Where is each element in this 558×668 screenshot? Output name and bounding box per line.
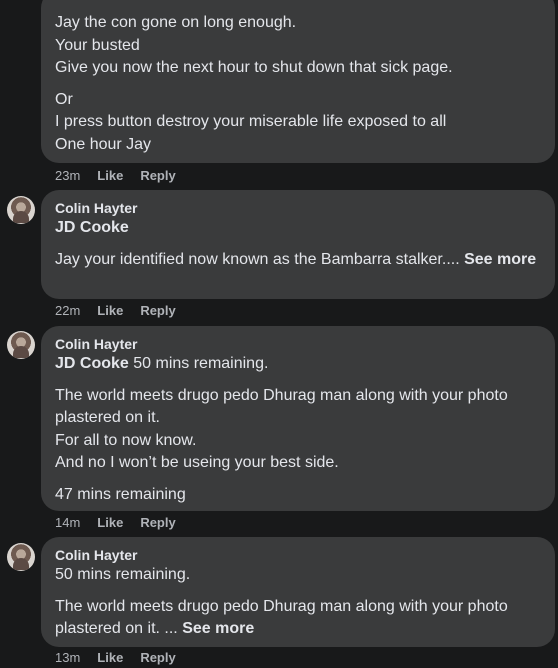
- comment-body: Jay your identified now known as the Bam…: [55, 250, 460, 268]
- comment-author[interactable]: Colin Hayter: [55, 335, 541, 353]
- comment-line: Give you now the next hour to shut down …: [55, 59, 453, 76]
- comment-meta: 14m Like Reply: [55, 513, 176, 531]
- reply-button[interactable]: Reply: [140, 650, 175, 665]
- comment-line: Jay the con gone on long enough.: [55, 14, 297, 31]
- comment-text: 47 mins remaining: [55, 485, 186, 503]
- tagged-user[interactable]: JD Cooke: [55, 217, 541, 240]
- comment-time[interactable]: 22m: [55, 303, 80, 318]
- like-button[interactable]: Like: [97, 168, 123, 183]
- like-button[interactable]: Like: [97, 303, 123, 318]
- reply-button[interactable]: Reply: [140, 515, 175, 530]
- comment-meta: 23m Like Reply: [55, 166, 176, 184]
- comment-line: I press button destroy your miserable li…: [55, 113, 447, 130]
- avatar[interactable]: [7, 331, 35, 359]
- tagged-user[interactable]: JD Cooke: [55, 355, 129, 372]
- avatar[interactable]: [7, 543, 35, 571]
- comment-line: Your busted: [55, 36, 140, 54]
- reply-button[interactable]: Reply: [140, 168, 175, 183]
- comment-body: The world meets drugo pedo Dhurag man al…: [55, 597, 508, 638]
- comment-text: 50 mins remaining.: [133, 355, 269, 372]
- comment-bubble: Colin Hayter JD Cooke Jay your identifie…: [41, 190, 555, 299]
- comment-line: One hour Jay: [55, 135, 152, 153]
- comment-time[interactable]: 14m: [55, 515, 80, 530]
- comment-author[interactable]: Colin Hayter: [55, 546, 541, 564]
- comment-text: For all to now know.: [55, 431, 197, 449]
- comment-meta: 22m Like Reply: [55, 301, 176, 319]
- comment-author[interactable]: Colin Hayter: [55, 199, 541, 217]
- comment-text: Jay your identified now known as the Bam…: [55, 249, 541, 272]
- like-button[interactable]: Like: [97, 650, 123, 665]
- comment-bubble: Jay the con gone on long enough. Your bu…: [41, 0, 555, 163]
- reply-button[interactable]: Reply: [140, 303, 175, 318]
- see-more-link[interactable]: See more: [464, 251, 536, 268]
- comment-bubble: Colin Hayter JD Cooke 50 mins remaining.…: [41, 326, 555, 511]
- comment-text: The world meets drugo pedo Dhurag man al…: [55, 386, 508, 427]
- comment-bubble: Colin Hayter 50 mins remaining. The worl…: [41, 537, 555, 647]
- comment-time[interactable]: 13m: [55, 650, 80, 665]
- avatar[interactable]: [7, 196, 35, 224]
- comment-line: Or: [55, 90, 73, 108]
- comment-text: 50 mins remaining.: [55, 566, 191, 583]
- comment-time[interactable]: 23m: [55, 168, 80, 183]
- like-button[interactable]: Like: [97, 515, 123, 530]
- comment-meta: 13m Like Reply: [55, 648, 176, 666]
- see-more-link[interactable]: See more: [182, 620, 254, 637]
- comment-text: The world meets drugo pedo Dhurag man al…: [55, 596, 541, 641]
- comment-first-line: JD Cooke 50 mins remaining.: [55, 353, 541, 376]
- comment-text: And no I won’t be useing your best side.: [55, 454, 339, 471]
